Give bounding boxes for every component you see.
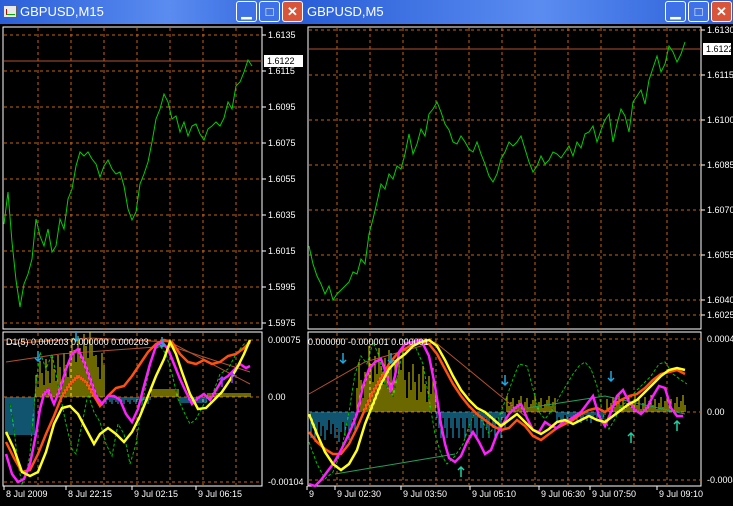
indicator-header-label: 0.000000 -0.000001 0.000001 bbox=[308, 337, 429, 347]
time-axis-label: 9 Jul 05:10 bbox=[472, 489, 516, 499]
price-scale-label: 1.6015 bbox=[268, 246, 296, 256]
minimize-button[interactable]: ▁ bbox=[236, 1, 257, 22]
minimize-button[interactable]: ▁ bbox=[665, 1, 686, 22]
indicator-scale-label: -0.00040 bbox=[707, 475, 733, 485]
price-scale-label: 1.6085 bbox=[707, 160, 733, 170]
time-axis-label: 9 Jul 02:15 bbox=[134, 489, 178, 499]
price-scale-label: 1.6035 bbox=[268, 210, 296, 220]
main-panel-border bbox=[307, 26, 702, 330]
price-scale-label: 1.6095 bbox=[268, 102, 296, 112]
price-scale-label: 1.6070 bbox=[707, 205, 733, 215]
current-price-label: 1.6122 bbox=[267, 56, 295, 66]
price-scale-label: 1.6040 bbox=[707, 295, 733, 305]
arrow-down-icon bbox=[501, 375, 509, 387]
chart-area[interactable]: 1.6135 1.6115 1.6095 1.6075 1.6055 1.6035 1.60… bbox=[0, 24, 305, 506]
arrow-up-icon bbox=[457, 465, 465, 477]
indicator-scale-label: -0.00104 bbox=[268, 477, 304, 487]
indicator-scale-label: 0.00075 bbox=[268, 335, 301, 345]
price-scale-label: 1.5995 bbox=[268, 282, 296, 292]
main-panel-border bbox=[2, 26, 263, 330]
time-axis-label: 9 Jul 07:50 bbox=[592, 489, 636, 499]
price-line[interactable] bbox=[308, 41, 686, 302]
indicator-scale-label: 0.00047 bbox=[707, 334, 733, 344]
title-bar[interactable]: GBPUSD,M5 ▁ □ ✕ bbox=[305, 0, 733, 24]
chart-window-m15[interactable]: GBPUSD,M15 ▁ □ ✕ 1.6135 1.6115 1.6095 1.607… bbox=[0, 0, 305, 506]
arrow-up-icon bbox=[673, 419, 681, 431]
chart-canvas[interactable]: 1.6130 1.6115 1.6100 1.6085 1.6070 1.6055 1.60… bbox=[305, 24, 733, 506]
arrow-up-icon bbox=[627, 431, 635, 443]
time-axis-label: 9 Jul 09:10 bbox=[659, 489, 703, 499]
arrow-down-icon bbox=[607, 371, 615, 383]
time-axis-label: 9 Jul 03:50 bbox=[403, 489, 447, 499]
indicator-scale-label: 0.00 bbox=[268, 392, 286, 402]
price-scale-label: 1.6115 bbox=[707, 70, 733, 80]
chart-canvas[interactable]: 1.6135 1.6115 1.6095 1.6075 1.6055 1.6035 1.60… bbox=[0, 24, 305, 506]
indicator-header-label: D1(5) 0.000203 0.000000 0.000203 bbox=[6, 337, 149, 347]
time-axis-label: 9 Jul 06:15 bbox=[198, 489, 242, 499]
indicator-scale-label: 0.00 bbox=[707, 407, 725, 417]
maximize-button[interactable]: □ bbox=[688, 1, 709, 22]
price-scale-label: 1.6135 bbox=[268, 30, 296, 40]
price-line[interactable] bbox=[3, 58, 253, 308]
time-axis-label: 8 Jul 2009 bbox=[6, 489, 48, 499]
window-title: GBPUSD,M5 bbox=[307, 4, 384, 19]
current-price-label: 1.6122 bbox=[706, 44, 733, 54]
chart-area[interactable]: 1.6130 1.6115 1.6100 1.6085 1.6070 1.6055 1.60… bbox=[305, 24, 733, 506]
window-title: GBPUSD,M15 bbox=[20, 4, 104, 19]
price-scale-label: 1.6100 bbox=[707, 115, 733, 125]
time-axis-label: 9 bbox=[309, 489, 314, 499]
price-scale-label: 1.6115 bbox=[268, 66, 295, 76]
price-scale-label: 1.5975 bbox=[268, 318, 296, 328]
price-scale-label: 1.6055 bbox=[268, 174, 296, 184]
arrow-down-icon bbox=[339, 353, 347, 365]
price-scale-label: 1.6055 bbox=[707, 250, 733, 260]
price-scale-label: 1.6075 bbox=[268, 138, 296, 148]
close-button[interactable]: ✕ bbox=[711, 1, 732, 22]
time-axis-label: 9 Jul 02:30 bbox=[337, 489, 381, 499]
maximize-button[interactable]: □ bbox=[259, 1, 280, 22]
price-scale-label: 1.6025 bbox=[707, 310, 733, 320]
time-axis-label: 8 Jul 22:15 bbox=[68, 489, 112, 499]
title-bar[interactable]: GBPUSD,M15 ▁ □ ✕ bbox=[0, 0, 305, 24]
close-button[interactable]: ✕ bbox=[282, 1, 303, 22]
time-axis-label: 9 Jul 06:30 bbox=[541, 489, 585, 499]
price-scale-label: 1.6130 bbox=[707, 25, 733, 35]
chart-window-m5[interactable]: GBPUSD,M5 ▁ □ ✕ 1.6130 1.6115 1.6100 1.6085… bbox=[305, 0, 733, 506]
chart-window-icon bbox=[3, 5, 17, 18]
